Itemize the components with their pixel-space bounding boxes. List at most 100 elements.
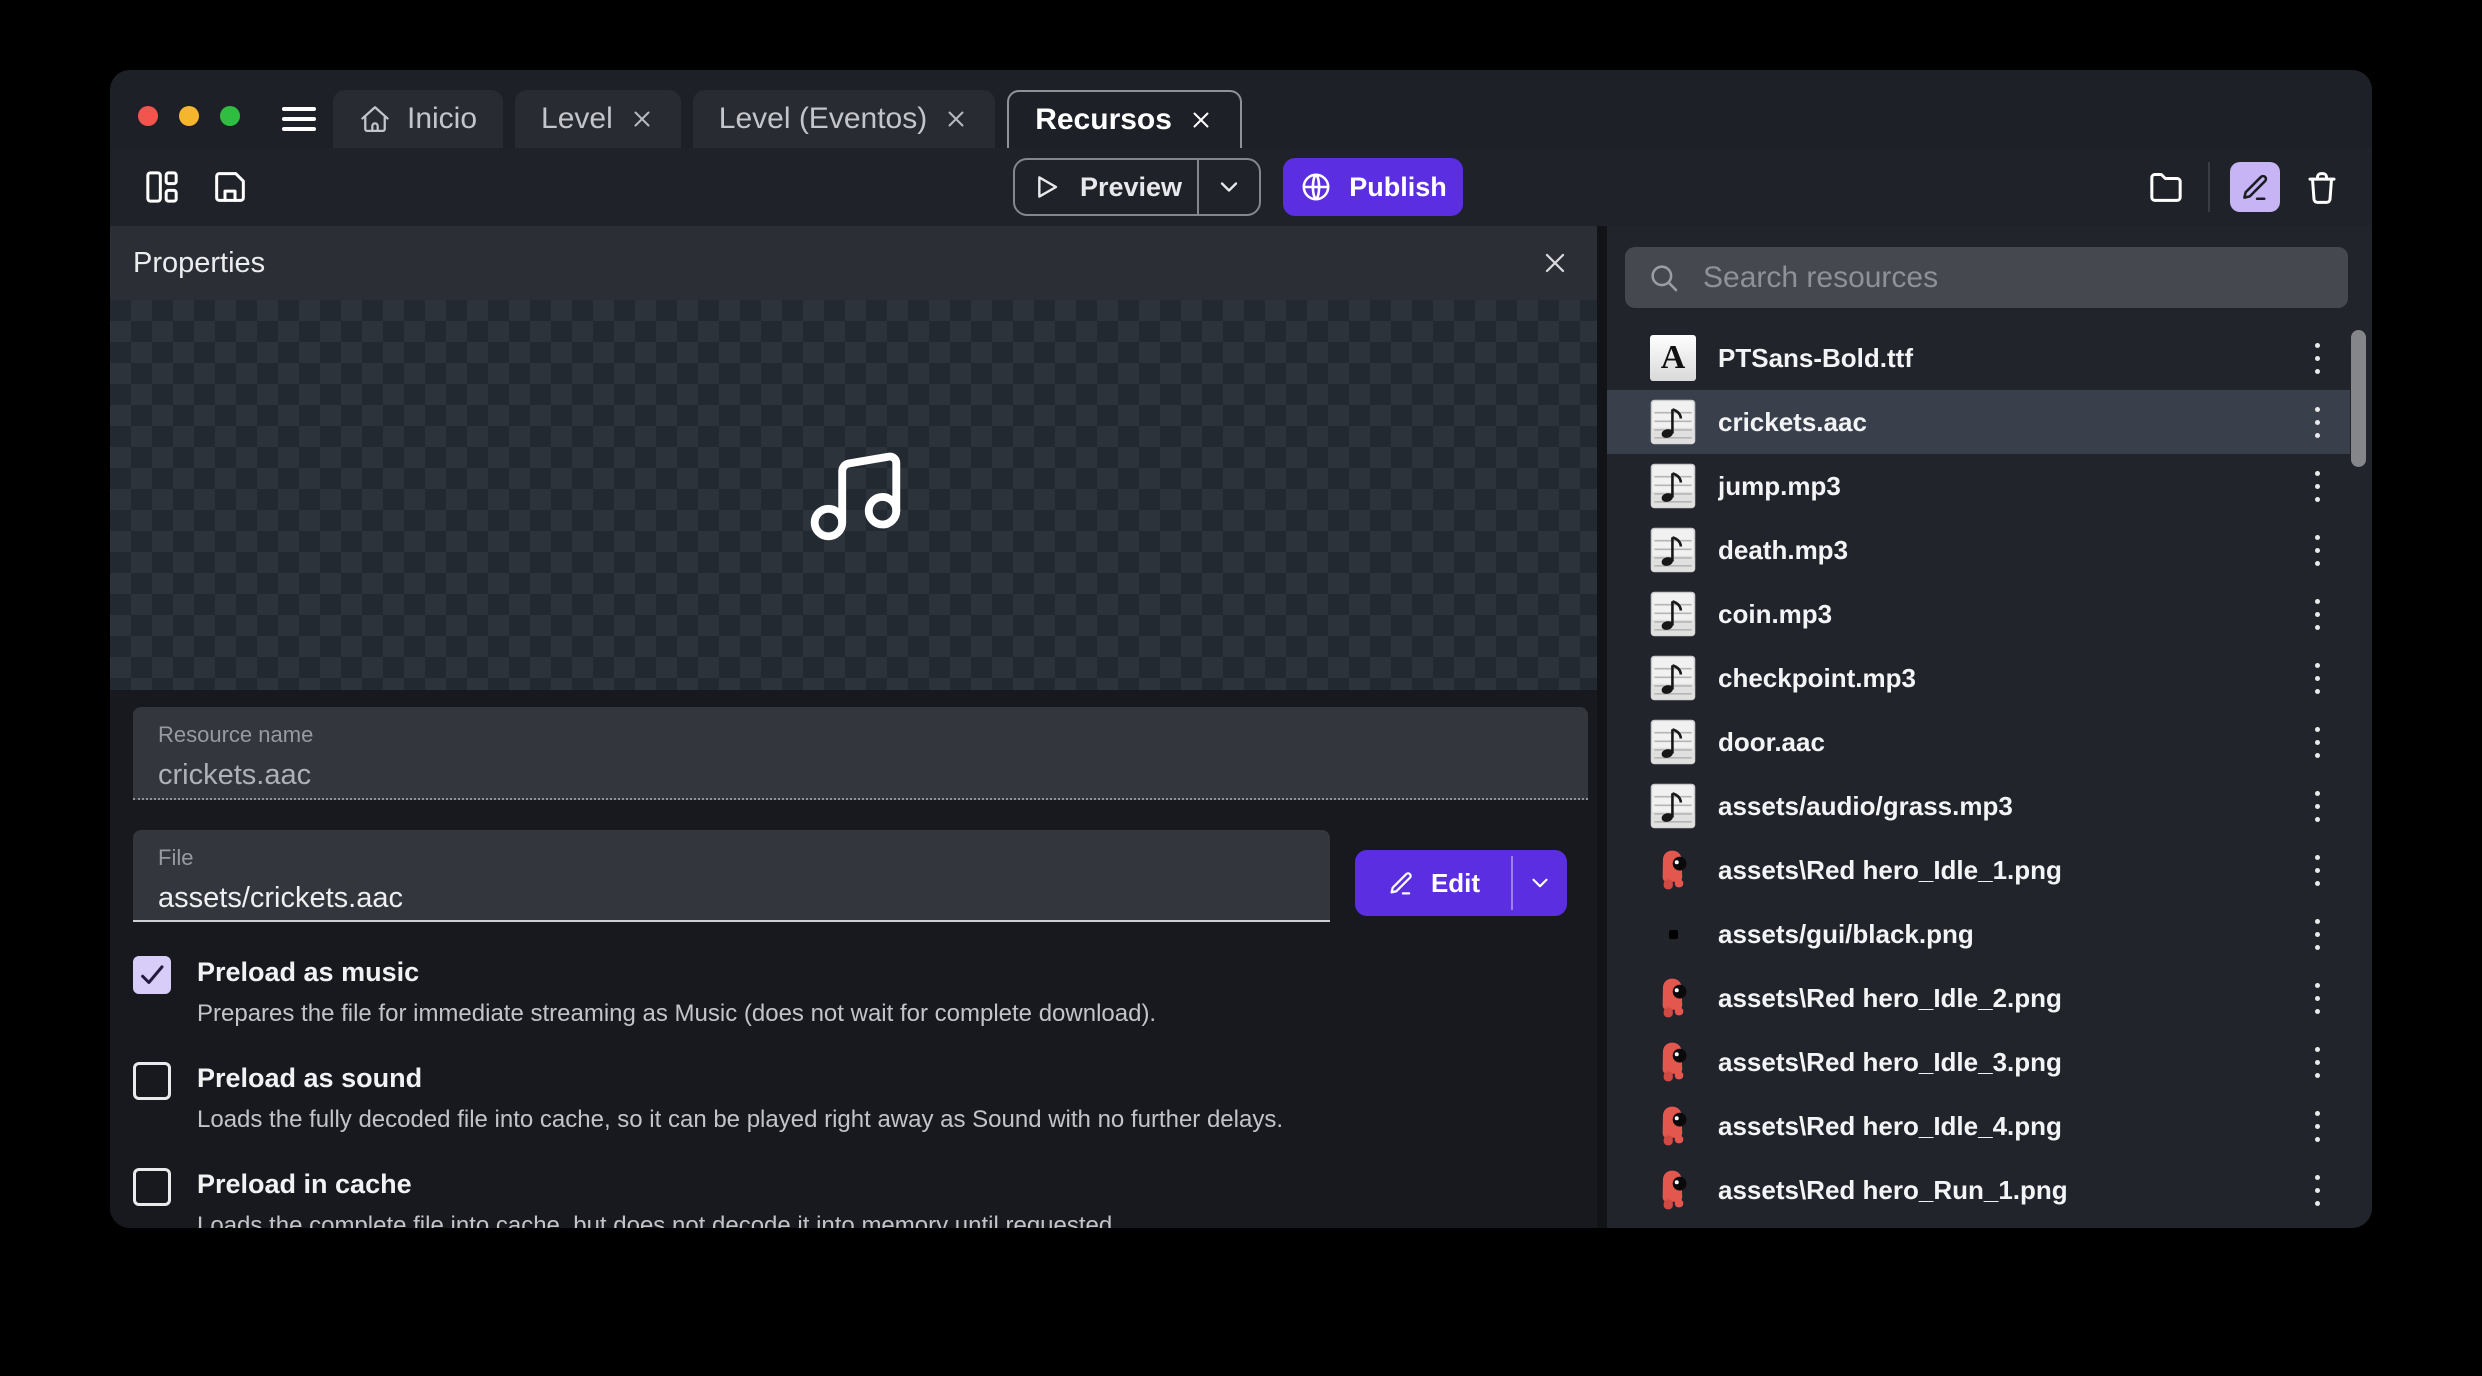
audio-file-icon	[1650, 719, 1696, 765]
resource-name: assets/gui/black.png	[1718, 919, 2309, 950]
resource-name: assets\Red hero_Run_1.png	[1718, 1175, 2309, 1206]
preview-label: Preview	[1080, 172, 1182, 203]
resource-name: crickets.aac	[1718, 407, 2309, 438]
play-icon	[1030, 171, 1062, 203]
kebab-menu-icon[interactable]	[2309, 1101, 2326, 1152]
content-area: Properties Resource name cricke	[110, 226, 2372, 1228]
resource-row[interactable]: assets\Red hero_Idle_4.png	[1607, 1094, 2350, 1158]
search-bar[interactable]	[1625, 247, 2348, 308]
tab-inicio[interactable]: Inicio	[333, 90, 503, 148]
resource-row[interactable]: door.aac	[1607, 710, 2350, 774]
kebab-menu-icon[interactable]	[2309, 525, 2326, 576]
pencil-icon	[2238, 170, 2272, 204]
resource-row[interactable]: assets\Red hero_Idle_2.png	[1607, 966, 2350, 1030]
kebab-menu-icon[interactable]	[2309, 845, 2326, 896]
close-properties-icon[interactable]	[1539, 247, 1571, 279]
checkbox-label: Preload as music	[197, 950, 1563, 994]
red-hero-icon	[1650, 1167, 1696, 1213]
resource-row[interactable]: assets\Red hero_Idle_3.png	[1607, 1030, 2350, 1094]
toggle-panels-icon[interactable]	[140, 165, 184, 209]
scrollbar-thumb[interactable]	[2351, 330, 2366, 467]
resource-row[interactable]: assets/audio/grass.mp3	[1607, 774, 2350, 838]
preload-cache-checkbox[interactable]	[133, 1168, 171, 1206]
resource-list: A PTSans-Bold.ttf crickets.aac jump.mp3 …	[1607, 326, 2372, 1222]
kebab-menu-icon[interactable]	[2309, 1037, 2326, 1088]
preview-button[interactable]: Preview	[1013, 158, 1261, 216]
app-window: Inicio Level Level (Eventos) Recursos	[110, 70, 2372, 1228]
menu-icon[interactable]	[282, 107, 316, 137]
kebab-menu-icon[interactable]	[2309, 653, 2326, 704]
edit-label: Edit	[1431, 868, 1480, 899]
edit-button[interactable]: Edit	[1355, 850, 1567, 916]
kebab-menu-icon[interactable]	[2309, 973, 2326, 1024]
black-dot-icon	[1650, 911, 1696, 957]
preload-cache-group: Preload in cache Loads the complete file…	[133, 1162, 1563, 1228]
search-input[interactable]	[1701, 260, 2326, 296]
red-hero-sprite-icon	[1650, 1167, 1696, 1213]
kebab-menu-icon[interactable]	[2309, 461, 2326, 512]
resource-row[interactable]: A PTSans-Bold.ttf	[1607, 326, 2350, 390]
resource-row[interactable]: death.mp3	[1607, 518, 2350, 582]
red-hero-icon	[1650, 847, 1696, 893]
close-tab-icon[interactable]	[629, 106, 655, 132]
kebab-menu-icon[interactable]	[2309, 333, 2326, 384]
resource-row[interactable]: coin.mp3	[1607, 582, 2350, 646]
open-folder-icon[interactable]	[2144, 165, 2188, 209]
close-tab-icon[interactable]	[1188, 107, 1214, 133]
red-hero-sprite-icon	[1650, 975, 1696, 1021]
file-field[interactable]: File assets/crickets.aac	[133, 830, 1330, 922]
resource-name-label: Resource name	[158, 722, 1588, 748]
checkbox-label: Preload in cache	[197, 1162, 1563, 1206]
audio-file-icon	[1650, 591, 1696, 637]
tab-recursos[interactable]: Recursos	[1007, 90, 1242, 148]
resource-name: door.aac	[1718, 727, 2309, 758]
publish-button[interactable]: Publish	[1283, 158, 1463, 216]
preload-sound-checkbox[interactable]	[133, 1062, 171, 1100]
globe-icon	[1299, 170, 1333, 204]
resource-name: assets\Red hero_Idle_3.png	[1718, 1047, 2309, 1078]
resource-preview-area	[110, 300, 1597, 690]
zoom-window-button[interactable]	[220, 106, 240, 126]
kebab-menu-icon[interactable]	[2309, 909, 2326, 960]
tab-label: Level (Eventos)	[719, 102, 927, 136]
resource-row[interactable]: assets/gui/black.png	[1607, 902, 2350, 966]
audio-icon	[1650, 527, 1696, 573]
chevron-down-icon	[1215, 173, 1243, 201]
kebab-menu-icon[interactable]	[2309, 589, 2326, 640]
resource-name-value: crickets.aac	[158, 759, 1588, 792]
save-icon[interactable]	[208, 165, 252, 209]
edit-mode-button[interactable]	[2230, 162, 2280, 212]
home-icon	[359, 103, 391, 135]
preview-button-main[interactable]: Preview	[1015, 160, 1197, 214]
preload-music-checkbox[interactable]	[133, 956, 171, 994]
tab-bar: Inicio Level Level (Eventos) Recursos	[333, 90, 1242, 148]
screen-background: Inicio Level Level (Eventos) Recursos	[0, 0, 2482, 1376]
red-hero-icon	[1650, 975, 1696, 1021]
trash-icon[interactable]	[2300, 165, 2344, 209]
minimize-window-button[interactable]	[179, 106, 199, 126]
preload-sound-group: Preload as sound Loads the fully decoded…	[133, 1056, 1563, 1134]
resource-row[interactable]: jump.mp3	[1607, 454, 2350, 518]
resource-row[interactable]: checkpoint.mp3	[1607, 646, 2350, 710]
resource-name-field[interactable]: Resource name crickets.aac	[133, 707, 1588, 800]
kebab-menu-icon[interactable]	[2309, 717, 2326, 768]
toolbar-right-group	[2144, 148, 2344, 226]
resource-row[interactable]: crickets.aac	[1607, 390, 2350, 454]
preview-options-chevron[interactable]	[1199, 160, 1259, 214]
close-window-button[interactable]	[138, 106, 158, 126]
chevron-down-icon	[1527, 870, 1553, 896]
kebab-menu-icon[interactable]	[2309, 1165, 2326, 1216]
edit-button-main[interactable]: Edit	[1355, 850, 1511, 916]
tab-level[interactable]: Level	[515, 90, 681, 148]
black-image-icon	[1650, 911, 1696, 957]
toolbar: Preview Publish	[110, 148, 2372, 226]
edit-options-chevron[interactable]	[1513, 850, 1567, 916]
tab-level-eventos[interactable]: Level (Eventos)	[693, 90, 995, 148]
toolbar-left-group	[140, 165, 252, 209]
resource-row[interactable]: assets\Red hero_Idle_1.png	[1607, 838, 2350, 902]
close-tab-icon[interactable]	[943, 106, 969, 132]
kebab-menu-icon[interactable]	[2309, 781, 2326, 832]
red-hero-icon	[1650, 1103, 1696, 1149]
kebab-menu-icon[interactable]	[2309, 397, 2326, 448]
resource-row[interactable]: assets\Red hero_Run_1.png	[1607, 1158, 2350, 1222]
